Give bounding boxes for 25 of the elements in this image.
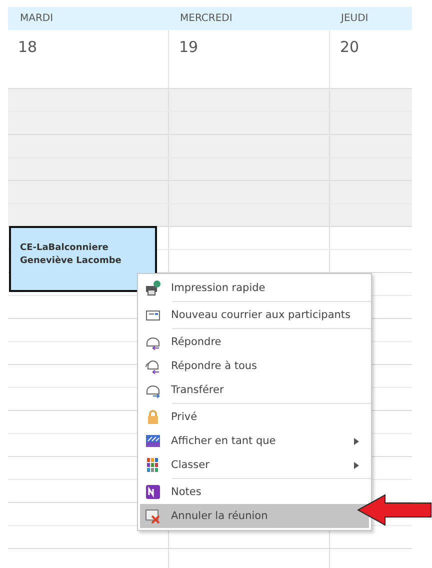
color-grid-icon: [145, 457, 161, 473]
cancel-calendar-icon: [145, 508, 161, 524]
reply-all-icon: [145, 358, 161, 374]
menu-item[interactable]: Notes: [140, 480, 369, 504]
menu-item[interactable]: Afficher en tant que: [140, 429, 369, 453]
submenu-caret-icon: [354, 438, 359, 444]
menu-item[interactable]: Privé: [140, 405, 369, 429]
appointment[interactable]: CE-LaBalconniere Geneviève Lacombe: [9, 226, 157, 292]
layout-icon: [145, 433, 161, 449]
menu-item[interactable]: Classer: [140, 453, 369, 477]
menu-item[interactable]: Transférer: [140, 378, 369, 402]
menu-item[interactable]: Répondre: [140, 330, 369, 354]
menu-item[interactable]: Annuler la réunion: [140, 504, 369, 528]
day-name: MERCREDI: [179, 12, 234, 26]
submenu-caret-icon: [354, 462, 359, 468]
day-name: MARDI: [19, 12, 54, 26]
lock-icon: [145, 409, 161, 425]
date-number: 18: [18, 38, 38, 56]
date-number: 19: [179, 38, 198, 56]
menu-item[interactable]: Répondre à tous: [140, 354, 369, 378]
menu-item[interactable]: Nouveau courrier aux participants: [140, 303, 369, 327]
date-number: 20: [340, 38, 360, 56]
day-name: JEUDI: [340, 12, 370, 26]
printer-icon: [145, 280, 161, 296]
notebook-icon: [145, 484, 161, 500]
